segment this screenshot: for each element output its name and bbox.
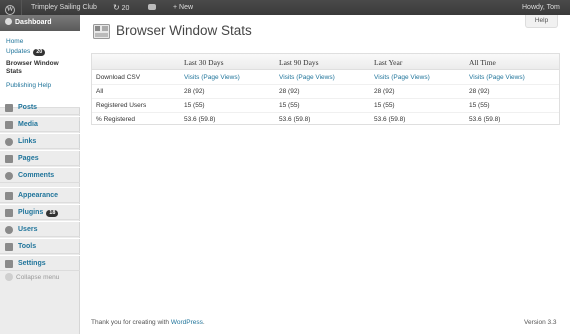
admin-menu: Dashboard Home Updates 20 Browser Window …: [0, 15, 84, 334]
table-row: Download CSV Visits (Page Views) Visits …: [92, 71, 559, 85]
submenu-browser-window-stats[interactable]: Browser Window Stats: [6, 60, 74, 76]
wordpress-logo-button[interactable]: W: [5, 0, 15, 15]
menu-settings-label: Settings: [18, 260, 46, 267]
updates-badge: 20: [33, 49, 46, 56]
footer-period: .: [202, 319, 205, 326]
visits-link[interactable]: Visits (Page Views): [374, 74, 430, 81]
admin-bar-divider: [21, 0, 22, 15]
wordpress-link[interactable]: WordPress: [171, 319, 203, 326]
new-content-button[interactable]: + New: [173, 0, 193, 15]
menu-comments-label: Comments: [18, 172, 55, 179]
menu-tools-label: Tools: [18, 243, 37, 250]
refresh-icon: ↻: [113, 3, 120, 12]
menu-settings[interactable]: Settings: [0, 255, 80, 271]
menu-links[interactable]: Links: [0, 133, 80, 149]
menu-media-label: Media: [18, 121, 38, 128]
plugins-badge: 18: [46, 210, 59, 217]
collapse-arrow-icon: [5, 273, 13, 281]
column-header-last-30-days: Last 30 Days: [184, 58, 224, 67]
pin-icon: [5, 104, 13, 112]
table-cell: 53.6 (59.8): [469, 116, 501, 123]
appearance-icon: [5, 192, 13, 200]
menu-appearance[interactable]: Appearance: [0, 187, 80, 203]
visits-link[interactable]: Visits (Page Views): [279, 74, 335, 81]
footer-version: Version 3.3: [524, 319, 557, 326]
table-cell: 15 (55): [469, 102, 490, 109]
table-row: Registered Users 15 (55) 15 (55) 15 (55)…: [92, 99, 559, 113]
table-cell: 15 (55): [374, 102, 395, 109]
tools-icon: [5, 243, 13, 251]
menu-posts[interactable]: Posts: [0, 99, 80, 115]
visits-link[interactable]: Visits (Page Views): [469, 74, 525, 81]
menu-users[interactable]: Users: [0, 221, 80, 237]
column-header-last-year: Last Year: [374, 58, 403, 67]
help-tab-button[interactable]: Help: [525, 15, 558, 28]
menu-plugins[interactable]: Plugins 18: [0, 204, 80, 220]
visits-link[interactable]: Visits (Page Views): [184, 74, 240, 81]
row-label: Download CSV: [96, 74, 141, 81]
account-menu[interactable]: Howdy, Tom: [522, 0, 560, 15]
menu-pages[interactable]: Pages: [0, 150, 80, 166]
submenu-updates-label: Updates: [6, 48, 31, 55]
submenu-publishing-help[interactable]: Publishing Help: [6, 82, 51, 89]
page-title: Browser Window Stats: [116, 23, 252, 38]
table-cell: 53.6 (59.8): [279, 116, 311, 123]
row-label: % Registered: [96, 116, 136, 123]
menu-users-label: Users: [18, 226, 38, 233]
admin-bar: W Trimpley Sailing Club ↻ 20 + New Howdy…: [0, 0, 570, 15]
users-icon: [5, 226, 13, 234]
menu-plugins-label: Plugins: [18, 209, 44, 216]
comments-icon: [5, 172, 13, 180]
collapse-menu-button[interactable]: Collapse menu: [5, 273, 59, 281]
current-menu-arrow: [80, 19, 84, 27]
menu-appearance-label: Appearance: [18, 192, 59, 199]
menu-tools[interactable]: Tools: [0, 238, 80, 254]
row-label: Registered Users: [96, 102, 147, 109]
table-cell: 15 (55): [184, 102, 205, 109]
table-cell: 28 (92): [469, 88, 490, 95]
comments-button[interactable]: [148, 0, 156, 15]
table-cell: 15 (55): [279, 102, 300, 109]
table-header: Last 30 Days Last 90 Days Last Year All …: [92, 54, 559, 70]
table-cell: 28 (92): [184, 88, 205, 95]
menu-links-label: Links: [18, 138, 37, 145]
links-icon: [5, 138, 13, 146]
settings-icon: [5, 260, 13, 268]
table-cell: 28 (92): [279, 88, 300, 95]
menu-comments[interactable]: Comments: [0, 167, 80, 183]
submenu-updates[interactable]: Updates 20: [6, 48, 46, 56]
plugins-icon: [5, 209, 13, 217]
footer-thanks-text: Thank you for creating with: [91, 319, 171, 326]
table-cell: 53.6 (59.8): [374, 116, 406, 123]
table-row: % Registered 53.6 (59.8) 53.6 (59.8) 53.…: [92, 113, 559, 127]
table-cell: 53.6 (59.8): [184, 116, 216, 123]
table-cell: 28 (92): [374, 88, 395, 95]
comment-bubble-icon: [148, 4, 156, 10]
column-header-all-time: All Time: [469, 58, 496, 67]
dashboard-page-icon: [93, 24, 110, 39]
footer-thanks: Thank you for creating with WordPress.: [91, 319, 205, 326]
dashboard-icon: [5, 18, 12, 25]
menu-posts-label: Posts: [18, 104, 38, 111]
dashboard-submenu: Home Updates 20 Browser Window Stats Publ…: [0, 31, 80, 108]
stats-table: Last 30 Days Last 90 Days Last Year All …: [91, 53, 560, 125]
menu-dashboard-label: Dashboard: [15, 19, 52, 26]
collapse-menu-label: Collapse menu: [16, 274, 60, 281]
menu-media[interactable]: Media: [0, 116, 80, 132]
site-name-link[interactable]: Trimpley Sailing Club: [31, 0, 97, 15]
updates-button[interactable]: ↻ 20: [113, 0, 129, 15]
menu-dashboard[interactable]: Dashboard: [0, 15, 84, 31]
row-label: All: [96, 88, 104, 95]
pages-icon: [5, 155, 13, 163]
wordpress-logo-icon: W: [5, 5, 15, 15]
menu-pages-label: Pages: [18, 155, 39, 162]
updates-count: 20: [121, 5, 130, 12]
media-icon: [5, 121, 13, 129]
submenu-home[interactable]: Home: [6, 38, 23, 45]
table-row: All 28 (92) 28 (92) 28 (92) 28 (92): [92, 85, 559, 99]
column-header-last-90-days: Last 90 Days: [279, 58, 319, 67]
